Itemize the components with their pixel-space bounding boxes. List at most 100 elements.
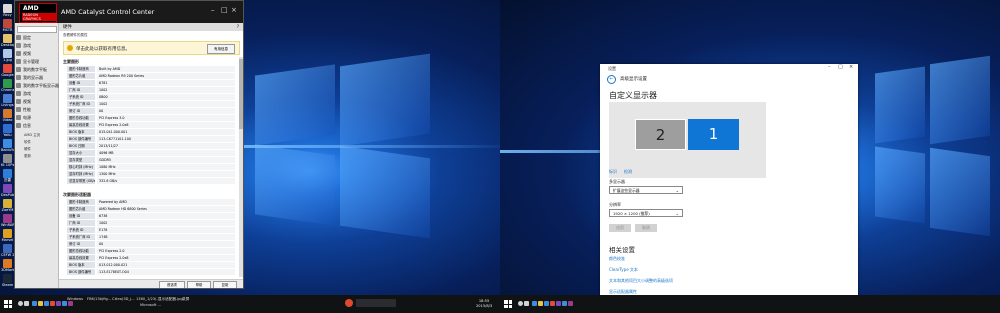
media-icon[interactable] <box>556 301 561 306</box>
desktop-shortcut[interactable]: Video <box>1 109 14 122</box>
search-icon[interactable] <box>518 301 523 306</box>
desktop-shortcut[interactable]: CEFW 2015 <box>1 244 14 257</box>
copy-button[interactable]: 复制 <box>213 281 237 288</box>
cancel-button[interactable]: 取消 <box>635 224 657 232</box>
desktop-shortcut[interactable]: Marvel <box>1 229 14 242</box>
minimize-icon[interactable]: – <box>828 64 831 70</box>
nav-subitem[interactable]: 软件 <box>24 140 31 145</box>
nav-search-input[interactable] <box>17 26 57 33</box>
taskbar-item[interactable]: 1360_1/23/... <box>136 297 160 301</box>
desktop-shortcut[interactable]: Livings <box>1 94 14 107</box>
help-icon[interactable]: ? <box>237 24 239 29</box>
desktop-shortcut[interactable]: 1.jpg <box>1 49 14 62</box>
store-icon[interactable] <box>44 301 49 306</box>
start-button[interactable] <box>504 300 512 308</box>
preferences-button[interactable]: 首选项 <box>159 281 185 288</box>
desktop-shortcut[interactable]: ZoeYM <box>1 199 14 212</box>
property-value: 013.012.000.021 <box>97 262 235 268</box>
table-row: 子系统厂商 ID 174B <box>67 234 235 241</box>
edge-icon[interactable] <box>532 301 537 306</box>
search-icon[interactable] <box>18 301 23 306</box>
desktop-shortcut[interactable]: DesPub <box>1 184 14 197</box>
task-view-icon[interactable] <box>524 301 529 306</box>
multi-display-select[interactable]: 扩展这些显示器 ⌄ <box>609 186 683 194</box>
close-icon[interactable]: × <box>849 64 853 70</box>
start-button[interactable] <box>4 300 12 308</box>
chrome-icon[interactable] <box>550 301 555 306</box>
back-arrow-icon[interactable]: ← <box>607 75 616 84</box>
cleartype-link[interactable]: ClearType 文本 <box>609 267 638 273</box>
desktop-shortcut[interactable]: BaiduYun <box>1 139 14 152</box>
settings-title-bar[interactable]: 设置 – □ × <box>600 64 858 73</box>
task-view-icon[interactable] <box>24 301 29 306</box>
minimize-icon[interactable]: – <box>211 6 215 14</box>
app-icon <box>3 34 12 43</box>
app-icon[interactable] <box>68 301 73 306</box>
nav-item[interactable]: 我的显示器 <box>15 74 57 82</box>
desktop-shortcut[interactable]: 3DMark <box>1 259 14 272</box>
desktop-shortcut[interactable]: 迅雷 <box>1 169 14 183</box>
tray-icons[interactable] <box>356 299 396 307</box>
store-icon[interactable] <box>544 301 549 306</box>
amd-title-bar[interactable]: AMD RADEON GRAPHICS AMD Catalyst Control… <box>15 1 243 23</box>
window-title: AMD Catalyst Control Center <box>61 8 155 16</box>
close-icon[interactable]: × <box>231 6 237 14</box>
nav-item[interactable]: 性能 <box>15 106 57 114</box>
taskbar-item[interactable]: C#eo(3D_j... <box>112 297 135 301</box>
nav-subitem[interactable]: 更新 <box>24 154 31 159</box>
help-button[interactable]: 帮助 <box>187 281 211 288</box>
nav-item[interactable]: 视频 <box>15 50 57 58</box>
app-icon <box>3 124 12 133</box>
monitor-1-tile[interactable]: 1 <box>688 119 739 150</box>
nav-subitem[interactable]: 硬件 <box>24 147 31 152</box>
info-button[interactable]: 有用信息 <box>207 44 235 54</box>
nav-item[interactable]: 显卡管理 <box>15 58 57 66</box>
taskbar-item[interactable]: Windows <box>67 297 83 301</box>
apply-button[interactable]: 应用 <box>609 224 631 232</box>
photos-icon[interactable] <box>562 301 567 306</box>
resolution-select[interactable]: 1920 × 1200 (推荐) ⌄ <box>609 209 683 217</box>
app-icon[interactable] <box>568 301 573 306</box>
explorer-icon[interactable] <box>538 301 543 306</box>
app-icon <box>3 184 12 193</box>
primary-adapter-table: 图形卡制造商 Built by AMD 图形芯片组 AMD Radeon R9 200… <box>67 66 235 185</box>
desktop-shortcut[interactable]: Recy <box>1 4 14 17</box>
maximize-icon[interactable]: □ <box>221 6 228 14</box>
nav-item[interactable]: 信息 <box>15 122 57 130</box>
taskbar-item[interactable]: FB6/13b(fig... <box>87 297 111 301</box>
advanced-sizing-link[interactable]: 文本和其他项目大小调整的高级选项 <box>609 278 673 284</box>
explorer-icon[interactable] <box>38 301 43 306</box>
amd-nav-panel: 固定 游戏 视频 显卡管理 我的数字平板 我的显示器 我的数字平板显示器 游戏 视频 性能 电源 信息… <box>15 23 59 288</box>
nav-item[interactable]: 我的数字平板 <box>15 66 57 74</box>
nav-item[interactable]: 我的数字平板显示器 <box>15 82 59 90</box>
desktop-shortcut[interactable]: Steam <box>1 274 14 287</box>
desktop-shortcut[interactable]: WinRAR <box>1 214 14 227</box>
tray-app-icon[interactable] <box>345 299 353 307</box>
nav-item[interactable]: 电源 <box>15 114 57 122</box>
nav-item[interactable]: 游戏 <box>15 42 57 50</box>
desktop-shortcut[interactable]: Google <box>1 64 14 77</box>
desktop-shortcut[interactable]: YoKu <box>1 124 14 137</box>
scrollbar-thumb[interactable] <box>239 59 243 129</box>
taskbar-clock[interactable]: 18:55 2015/8/3 <box>476 299 492 309</box>
chrome-icon[interactable] <box>50 301 55 306</box>
desktop-shortcut[interactable]: Chrome <box>1 79 14 92</box>
nav-item[interactable]: 固定 <box>15 34 57 42</box>
color-calibration-link[interactable]: 颜色校准 <box>609 256 625 262</box>
desktop-shortcut[interactable]: MSTR <box>1 19 14 32</box>
desktop-shortcut[interactable]: Kt 10Px <box>1 154 14 167</box>
identify-link[interactable]: 标识 <box>609 169 617 175</box>
monitor-2-tile[interactable]: 2 <box>635 119 686 150</box>
scrollbar[interactable] <box>239 57 243 277</box>
taskbar-item[interactable]: 录屏 <box>182 297 189 302</box>
desktop-shortcut[interactable]: Desktop <box>1 34 14 47</box>
nav-item[interactable]: 游戏 <box>15 90 57 98</box>
taskbar-item[interactable]: 显示适配器.jpg <box>158 297 183 302</box>
edge-icon[interactable] <box>32 301 37 306</box>
detect-link[interactable]: 检测 <box>624 169 632 175</box>
maximize-icon[interactable]: □ <box>838 64 843 70</box>
photos-icon[interactable] <box>62 301 67 306</box>
nav-item[interactable]: 视频 <box>15 98 57 106</box>
media-icon[interactable] <box>56 301 61 306</box>
nav-subitem[interactable]: AMD 主页 <box>24 133 40 138</box>
